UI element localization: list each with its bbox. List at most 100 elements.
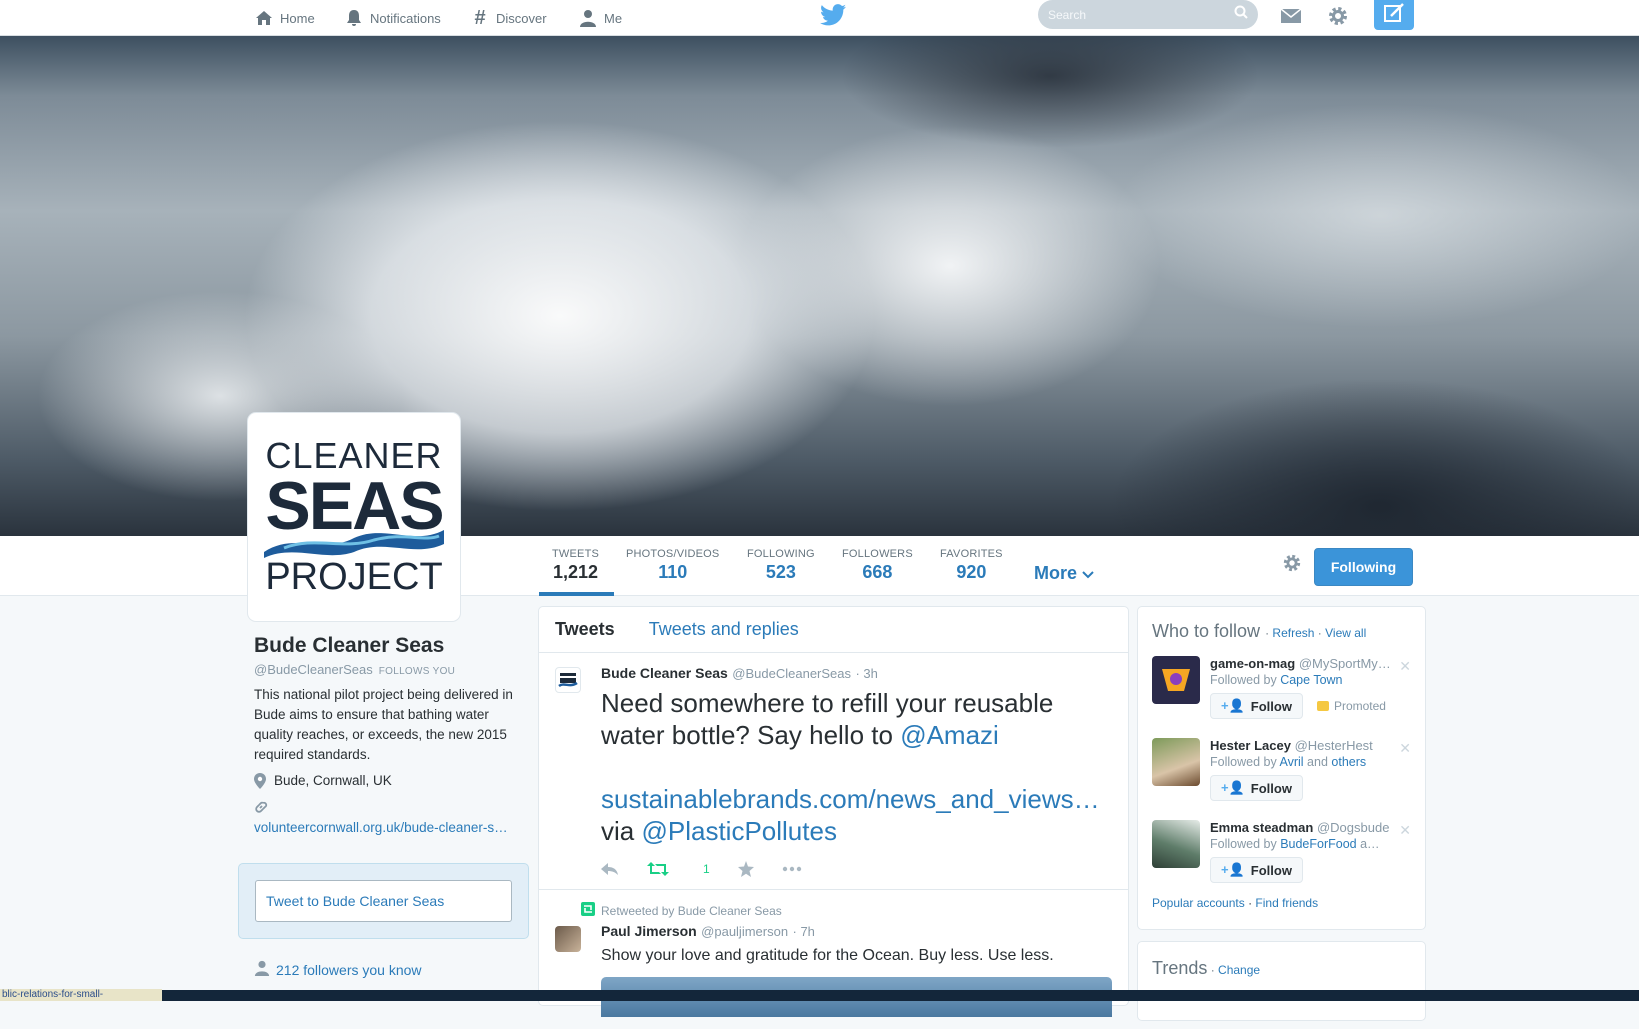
- timeline-tabs: Tweets Tweets and replies: [539, 607, 1128, 653]
- retweet-context-icon: [581, 902, 595, 919]
- nav-discover[interactable]: # Discover: [470, 5, 546, 31]
- tweet-mention-amazi[interactable]: @Amazi: [900, 720, 999, 750]
- suggestion-item: ✕ Hester Lacey @HesterHest Followed by A…: [1152, 738, 1411, 806]
- suggestion-avatar[interactable]: [1152, 656, 1200, 704]
- settings-gear-icon[interactable]: [1324, 2, 1352, 30]
- stat-followers[interactable]: FOLLOWERS 668: [842, 548, 913, 583]
- dismiss-x-icon[interactable]: ✕: [1399, 822, 1411, 839]
- compose-quill-icon: [1383, 2, 1405, 28]
- followed-by-link[interactable]: Cape Town: [1280, 673, 1342, 687]
- tweet-item[interactable]: Retweeted by Bude Cleaner Seas Paul Jime…: [539, 890, 1128, 1029]
- stat-tweets-label: TWEETS: [552, 548, 600, 560]
- stat-followers-label: FOLLOWERS: [842, 548, 913, 560]
- location-pin-icon: [254, 773, 266, 792]
- popular-accounts-link[interactable]: Popular accounts: [1152, 896, 1245, 910]
- more-dropdown[interactable]: More: [1034, 563, 1094, 584]
- followers-you-know-link[interactable]: 212 followers you know: [254, 960, 422, 979]
- reply-icon[interactable]: [601, 863, 619, 875]
- avatar-logo-project: PROJECT: [265, 556, 443, 598]
- followed-by-link[interactable]: BudeForFood: [1280, 837, 1356, 851]
- active-stat-underline: [539, 592, 614, 596]
- nav-home-label: Home: [280, 10, 315, 26]
- profile-location-row: Bude, Cornwall, UK: [254, 773, 524, 792]
- nav-notifications[interactable]: Notifications: [344, 5, 441, 31]
- tweet-author-handle[interactable]: @pauljimerson: [701, 924, 788, 939]
- stat-tweets[interactable]: TWEETS 1,212: [552, 548, 599, 583]
- profile-handle[interactable]: @BudeCleanerSeas: [254, 662, 373, 677]
- suggestion-name[interactable]: Hester Lacey: [1210, 738, 1291, 753]
- tweet-author-name[interactable]: Paul Jimerson: [601, 923, 697, 939]
- follow-button[interactable]: +👤 Follow: [1210, 693, 1303, 719]
- timeline: Tweets Tweets and replies Bude Cleaner S…: [538, 606, 1129, 1017]
- trends-change-link[interactable]: Change: [1218, 963, 1260, 977]
- suggestion-item: ✕ Emma steadman @Dogsbude Followed by Bu…: [1152, 820, 1411, 888]
- tweet-to-module: Tweet to Bude Cleaner Seas: [238, 863, 529, 939]
- search-box[interactable]: [1038, 0, 1258, 29]
- profile-sidebar: Bude Cleaner Seas @BudeCleanerSeas FOLLOW…: [254, 634, 524, 836]
- tweet-author-avatar[interactable]: [555, 667, 581, 693]
- followed-by-others-link[interactable]: others: [1331, 755, 1366, 769]
- tweet-author-handle[interactable]: @BudeCleanerSeas: [732, 666, 851, 681]
- tab-tweets[interactable]: Tweets: [555, 619, 615, 640]
- followed-by-link[interactable]: Avril: [1279, 755, 1303, 769]
- people-icon: [254, 960, 270, 979]
- nav-me[interactable]: Me: [578, 5, 622, 31]
- profile-url-link[interactable]: volunteercornwall.org.uk/bude-cleaner-s…: [254, 819, 524, 836]
- suggestion-name[interactable]: game-on-mag: [1210, 656, 1295, 671]
- who-to-follow-module: Who to follow · Refresh · View all ✕ gam…: [1137, 606, 1426, 930]
- refresh-link[interactable]: Refresh: [1272, 626, 1314, 640]
- followed-by-prefix: Followed by: [1210, 673, 1281, 687]
- retweeted-by-label[interactable]: Retweeted by Bude Cleaner Seas: [601, 904, 782, 918]
- tweet-url-link[interactable]: sustainablebrands.com/news_and_views…: [601, 784, 1100, 814]
- stat-following[interactable]: FOLLOWING 523: [747, 548, 815, 583]
- profile-name[interactable]: Bude Cleaner Seas: [254, 634, 524, 658]
- tweet-item[interactable]: Bude Cleaner Seas @BudeCleanerSeas · 3h …: [539, 653, 1128, 890]
- suggestion-avatar[interactable]: [1152, 820, 1200, 868]
- suggestion-handle[interactable]: @MySportMy…: [1299, 656, 1391, 671]
- follow-button[interactable]: +👤 Follow: [1210, 775, 1303, 801]
- find-friends-link[interactable]: Find friends: [1255, 896, 1318, 910]
- profile-gear-icon[interactable]: [1282, 553, 1306, 577]
- profile-avatar[interactable]: CLEANER SEAS PROJECT: [248, 413, 460, 621]
- twitter-bird-icon[interactable]: [820, 4, 846, 30]
- tweet-to-input[interactable]: Tweet to Bude Cleaner Seas: [255, 880, 512, 922]
- follow-button[interactable]: +👤 Follow: [1210, 857, 1303, 883]
- compose-tweet-button[interactable]: [1374, 0, 1414, 30]
- stat-photos-videos[interactable]: PHOTOS/VIDEOS 110: [626, 548, 719, 583]
- stat-favorites-value: 920: [956, 562, 987, 582]
- tab-tweets-and-replies[interactable]: Tweets and replies: [649, 619, 799, 640]
- followed-by-prefix: Followed by: [1210, 837, 1281, 851]
- tweet-timestamp[interactable]: · 7h: [793, 924, 815, 939]
- suggestion-avatar[interactable]: [1152, 738, 1200, 786]
- more-options-icon[interactable]: [782, 866, 802, 872]
- messages-envelope-icon[interactable]: [1277, 2, 1305, 30]
- suggestion-name-row: game-on-mag @MySportMy…: [1210, 656, 1411, 671]
- favorite-star-icon[interactable]: [737, 861, 754, 877]
- retweet-button[interactable]: 1: [647, 862, 710, 876]
- following-button[interactable]: Following: [1314, 548, 1413, 586]
- tweet-header: Paul Jimerson @pauljimerson · 7h: [601, 923, 1112, 941]
- profile-url-row: volunteercornwall.org.uk/bude-cleaner-s…: [254, 800, 524, 836]
- search-icon[interactable]: [1234, 5, 1248, 24]
- suggestion-handle[interactable]: @Dogsbude: [1317, 820, 1389, 835]
- nav-me-label: Me: [604, 10, 623, 26]
- profile-header-image: [0, 36, 1639, 536]
- suggestion-name-row: Emma steadman @Dogsbude: [1210, 820, 1411, 835]
- dismiss-x-icon[interactable]: ✕: [1399, 740, 1411, 757]
- tweet-timestamp[interactable]: · 3h: [855, 666, 877, 681]
- nav-home[interactable]: Home: [254, 5, 315, 31]
- view-all-link[interactable]: View all: [1325, 626, 1366, 640]
- follow-button-label: Follow: [1250, 862, 1292, 878]
- suggestion-name[interactable]: Emma steadman: [1210, 820, 1313, 835]
- dismiss-x-icon[interactable]: ✕: [1399, 658, 1411, 675]
- tweet-author-name[interactable]: Bude Cleaner Seas: [601, 665, 728, 681]
- followers-you-know-label: 212 followers you know: [276, 961, 422, 978]
- search-input[interactable]: [1048, 7, 1234, 22]
- promoted-icon: [1316, 701, 1329, 711]
- stat-favorites[interactable]: FAVORITES 920: [940, 548, 1003, 583]
- tweet-author-avatar[interactable]: [555, 926, 581, 952]
- tweet-mention-plasticpollutes[interactable]: @PlasticPollutes: [641, 816, 836, 846]
- trends-header: Trends · Change: [1152, 958, 1261, 978]
- retweet-count: 1: [703, 862, 710, 876]
- suggestion-handle[interactable]: @HesterHest: [1295, 738, 1373, 753]
